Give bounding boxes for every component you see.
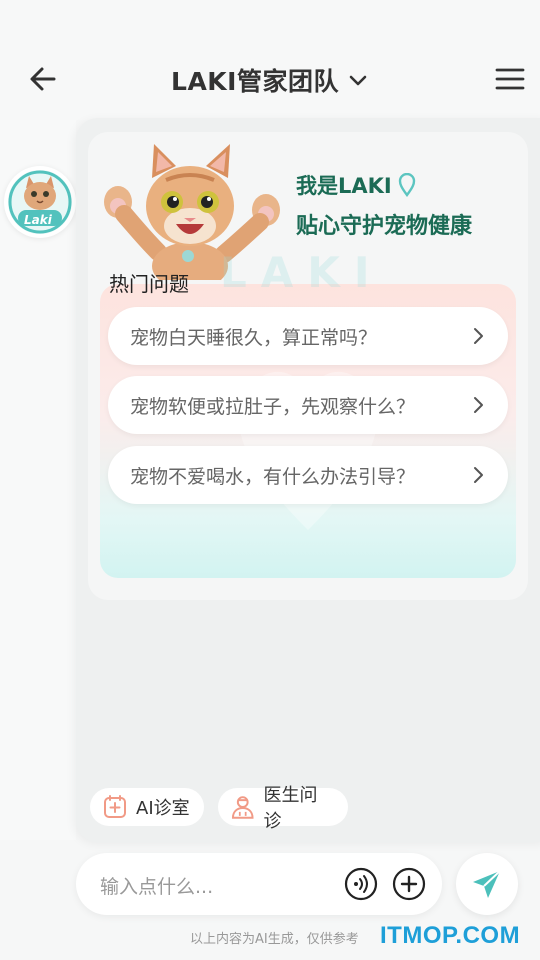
- chip-label: AI诊室: [136, 798, 190, 819]
- clinic-plus-icon: [104, 795, 126, 818]
- chevron-right-icon: [474, 467, 483, 483]
- question-text: 宠物白天睡很久，算正常吗？: [130, 326, 378, 349]
- ai-clinic-button[interactable]: AI诊室: [90, 788, 204, 826]
- chevron-right-icon: [474, 328, 483, 344]
- plus-circle-icon[interactable]: [392, 867, 426, 901]
- hot-questions-label: 热门问题: [109, 272, 189, 296]
- doctor-consult-button[interactable]: 医生问诊: [218, 785, 348, 832]
- cat-avatar-icon: [8, 170, 72, 234]
- message-input[interactable]: 输入点什么...: [76, 853, 442, 915]
- chevron-down-icon: [349, 75, 367, 86]
- question-text: 宠物软便或拉肚子，先观察什么？: [130, 395, 416, 418]
- brand-watermark: LAKI: [220, 248, 384, 297]
- greeting-text-1: 我是LAKI: [296, 174, 392, 198]
- chevron-right-icon: [474, 397, 483, 413]
- send-button[interactable]: [456, 853, 518, 915]
- site-watermark: ITMOP.COM: [380, 922, 521, 949]
- hot-question-item[interactable]: 宠物白天睡很久，算正常吗？: [108, 307, 508, 365]
- send-icon: [473, 870, 501, 898]
- location-pin-icon: [398, 173, 415, 197]
- voice-icon[interactable]: [344, 867, 378, 901]
- greeting-line-1: 我是LAKI: [296, 170, 416, 200]
- question-text: 宠物不爱喝水，有什么办法引导？: [130, 465, 416, 488]
- hamburger-menu-icon[interactable]: [494, 64, 526, 94]
- ai-disclaimer: 以上内容为AI生成，仅供参考: [190, 932, 359, 947]
- hot-question-item[interactable]: 宠物不爱喝水，有什么办法引导？: [108, 446, 508, 504]
- top-bar: LAKI管家团队: [0, 0, 540, 120]
- avatar-label: Laki: [24, 213, 52, 227]
- page-title: LAKI管家团队: [171, 67, 339, 96]
- hot-question-item[interactable]: 宠物软便或拉肚子，先观察什么？: [108, 376, 508, 434]
- input-placeholder: 输入点什么...: [100, 876, 214, 898]
- team-selector[interactable]: LAKI管家团队: [0, 60, 540, 100]
- doctor-icon: [231, 796, 254, 819]
- greeting-line-2: 贴心守护宠物健康: [296, 214, 473, 239]
- chip-label: 医生问诊: [263, 785, 318, 832]
- assistant-avatar[interactable]: Laki: [4, 166, 76, 238]
